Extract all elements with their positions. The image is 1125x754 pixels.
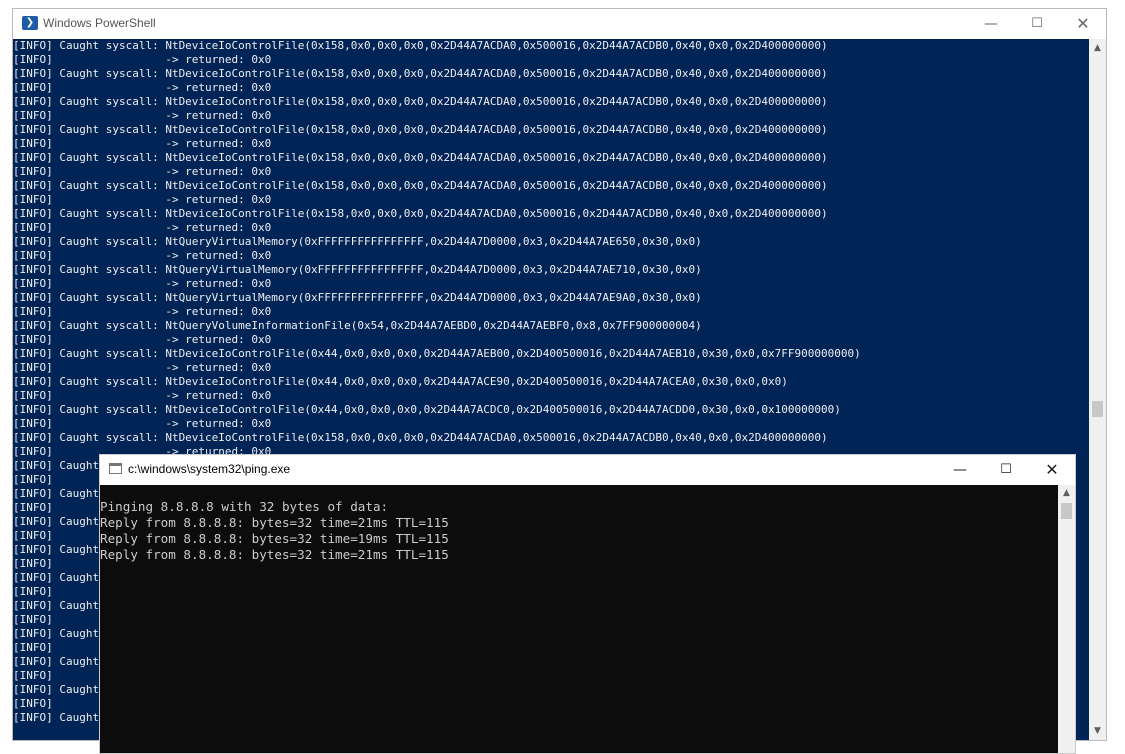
console-line: [INFO] Caught syscall: NtDeviceIoControl…: [13, 95, 828, 108]
console-line: [INFO] -> returned: 0x0: [13, 221, 272, 234]
close-button[interactable]: ✕: [1029, 455, 1075, 485]
maximize-icon: ☐: [1000, 462, 1012, 477]
minimize-button[interactable]: —: [937, 455, 983, 485]
console-line: [INFO] Caught syscall: NtDeviceIoControl…: [13, 347, 861, 360]
console-line: [INFO] -> returned: 0x0: [13, 305, 272, 318]
console-line: [INFO] Caught syscall: NtQueryVirtualMem…: [13, 235, 702, 248]
console-line: [INFO] -> returned: 0x0: [13, 165, 272, 178]
ping-console[interactable]: Pinging 8.8.8.8 with 32 bytes of data: Re…: [100, 485, 1059, 753]
minimize-icon: —: [953, 462, 967, 478]
console-line: [INFO] -> returned: 0x0: [13, 249, 272, 262]
close-icon: ✕: [1076, 14, 1090, 33]
console-line: [INFO] Caught syscall: NtDeviceIoControl…: [13, 151, 828, 164]
scroll-up-arrow-icon[interactable]: ▲: [1089, 41, 1106, 55]
console-line: [INFO] Caught syscall: NtQueryVolumeInfo…: [13, 319, 702, 332]
console-line: [INFO] -> returned: 0x0: [13, 137, 272, 150]
console-line: [INFO] -> returned: 0x0: [13, 109, 272, 122]
console-line: [INFO] Caught syscall: NtDeviceIoControl…: [13, 375, 788, 388]
console-line: Pinging 8.8.8.8 with 32 bytes of data:: [100, 499, 389, 514]
scroll-up-arrow-icon[interactable]: ▲: [1058, 486, 1075, 500]
console-line: Reply from 8.8.8.8: bytes=32 time=21ms T…: [100, 547, 449, 562]
ping-window-title: c:\windows\system32\ping.exe: [128, 462, 291, 476]
console-line: [INFO] Caught syscall: NtDeviceIoControl…: [13, 67, 828, 80]
ping-output: Pinging 8.8.8.8 with 32 bytes of data: Re…: [100, 499, 449, 563]
console-line: [INFO] Caught syscall: NtDeviceIoControl…: [13, 39, 828, 52]
console-line: [INFO] -> returned: 0x0: [13, 193, 272, 206]
console-line: [INFO] Caught syscall: NtQueryVirtualMem…: [13, 263, 702, 276]
scroll-down-arrow-icon[interactable]: ▼: [1089, 724, 1106, 738]
powershell-titlebar[interactable]: ❯ Windows PowerShell — ☐ ✕: [13, 9, 1106, 39]
ping-titlebar[interactable]: c:\windows\system32\ping.exe — ☐ ✕: [100, 455, 1075, 485]
console-line: [INFO] -> returned: 0x0: [13, 277, 272, 290]
scroll-thumb[interactable]: [1061, 503, 1072, 519]
console-line: [INFO] Caught syscall: NtDeviceIoControl…: [13, 403, 841, 416]
powershell-window-title: Windows PowerShell: [43, 16, 156, 30]
console-line: [INFO] Caught syscall: NtQueryVirtualMem…: [13, 291, 702, 304]
console-line: [INFO] Caught syscall: NtDeviceIoControl…: [13, 207, 828, 220]
console-line: Reply from 8.8.8.8: bytes=32 time=21ms T…: [100, 515, 449, 530]
console-line: [INFO] -> returned: 0x0: [13, 361, 272, 374]
minimize-button[interactable]: —: [968, 9, 1014, 39]
console-line: [INFO] Caught syscall: NtDeviceIoControl…: [13, 431, 828, 444]
console-line: [INFO] -> returned: 0x0: [13, 333, 272, 346]
maximize-icon: ☐: [1031, 16, 1043, 31]
powershell-scrollbar[interactable]: ▲ ▼: [1089, 39, 1106, 740]
console-line: [INFO] -> returned: 0x0: [13, 389, 272, 402]
close-icon: ✕: [1045, 460, 1059, 479]
powershell-icon: ❯: [22, 16, 38, 30]
scroll-thumb[interactable]: [1092, 401, 1103, 417]
console-line: [INFO] -> returned: 0x0: [13, 81, 272, 94]
console-line: [INFO] Caught syscall: NtDeviceIoControl…: [13, 123, 828, 136]
console-line: [INFO] Caught syscall: NtDeviceIoControl…: [13, 179, 828, 192]
console-line: Reply from 8.8.8.8: bytes=32 time=19ms T…: [100, 531, 449, 546]
minimize-icon: —: [984, 16, 998, 32]
ping-window[interactable]: c:\windows\system32\ping.exe — ☐ ✕ Pingi…: [99, 454, 1076, 754]
console-line: [INFO] -> returned: 0x0: [13, 53, 272, 66]
close-button[interactable]: ✕: [1060, 9, 1106, 39]
maximize-button[interactable]: ☐: [1014, 9, 1060, 39]
maximize-button[interactable]: ☐: [983, 455, 1029, 485]
ping-scrollbar[interactable]: ▲: [1058, 485, 1075, 753]
console-window-icon: [109, 463, 122, 474]
console-line: [INFO] -> returned: 0x0: [13, 417, 272, 430]
